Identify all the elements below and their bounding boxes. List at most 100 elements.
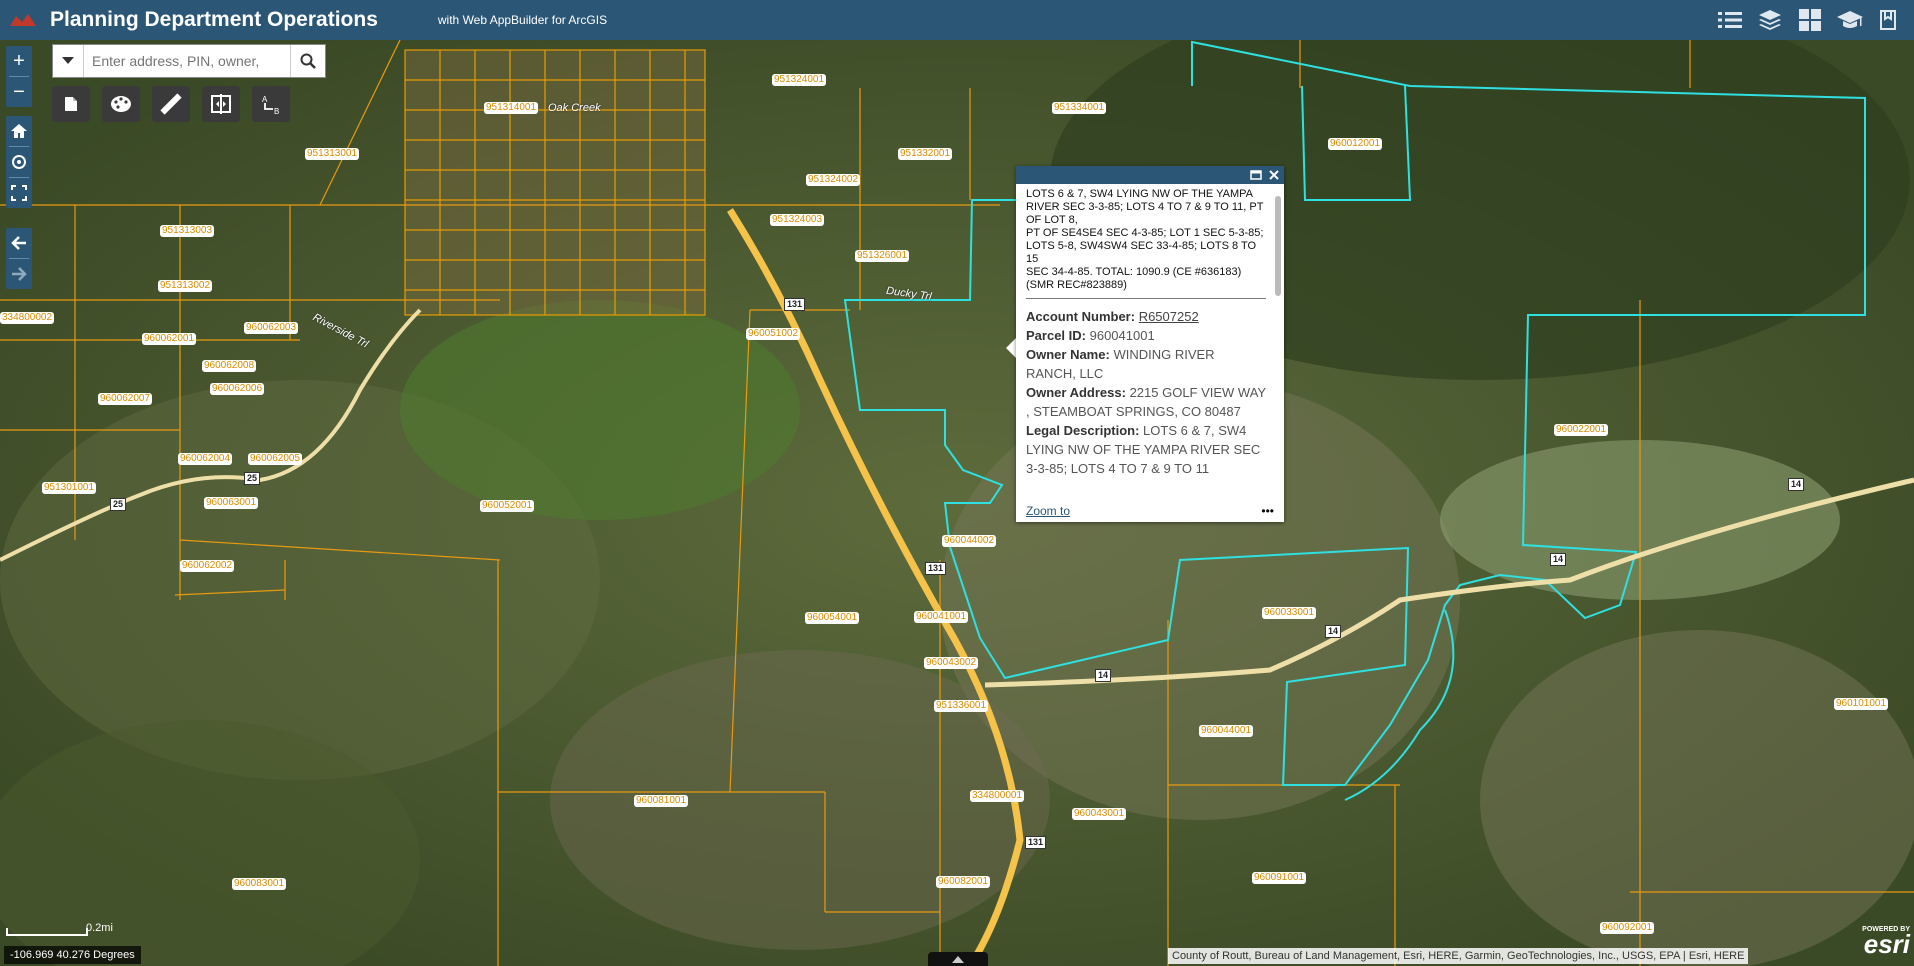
- parcel-label: 960062007: [98, 393, 153, 405]
- previous-extent-button[interactable]: [6, 228, 32, 258]
- account-number-link[interactable]: R6507252: [1139, 309, 1199, 324]
- print-icon: [65, 97, 77, 111]
- search-button[interactable]: [290, 45, 325, 77]
- owner-address-label: Owner Address:: [1026, 385, 1126, 400]
- search-input[interactable]: [84, 52, 290, 70]
- maximize-icon[interactable]: [1250, 170, 1262, 180]
- home-button[interactable]: [6, 116, 32, 146]
- parcel-label: 960044001: [1199, 725, 1254, 737]
- zoom-controls: + −: [6, 46, 32, 107]
- fullscreen-icon: [11, 185, 27, 201]
- print-widget-button[interactable]: [52, 86, 90, 122]
- app-subtitle: with Web AppBuilder for ArcGIS: [437, 13, 608, 27]
- zoom-out-button[interactable]: −: [6, 77, 32, 107]
- owner-address-row: Owner Address: 2215 GOLF VIEW WAY , STEA…: [1026, 383, 1266, 421]
- layers-icon[interactable]: [1756, 6, 1784, 34]
- parcel-label: 960054001: [805, 612, 860, 624]
- parcel-label: 951313002: [158, 280, 213, 292]
- svg-text:A: A: [262, 95, 268, 104]
- popup-content: LOTS 6 & 7, SW4 LYING NW OF THE YAMPA RI…: [1026, 188, 1266, 500]
- draw-icon: [111, 96, 131, 112]
- app-header: Planning Department Operations with Web …: [0, 0, 1914, 40]
- parcel-label: 960063001: [204, 497, 259, 509]
- parcel-label: 960052001: [480, 500, 535, 512]
- close-icon[interactable]: [1268, 169, 1280, 181]
- popup-title-line: PT OF SE4SE4 SEC 4-3-85; LOT 1 SEC 5-3-8…: [1026, 227, 1264, 265]
- parcel-label: 960062004: [178, 453, 233, 465]
- chevron-down-icon: [62, 57, 74, 64]
- legal-description-label: Legal Description:: [1026, 423, 1140, 438]
- scale-bar-line: [6, 928, 88, 936]
- directions-widget-button[interactable]: AB: [252, 86, 290, 122]
- app-title: Planning Department Operations: [50, 8, 378, 31]
- about-icon[interactable]: [1836, 6, 1864, 34]
- bookmark-icon[interactable]: [1876, 6, 1904, 34]
- parcel-label: 960043002: [924, 657, 979, 669]
- more-actions-button[interactable]: •••: [1261, 504, 1274, 518]
- parcel-label: 960012001: [1328, 138, 1383, 150]
- parcel-label: 960022001: [1554, 424, 1609, 436]
- directions-icon: AB: [262, 95, 279, 115]
- parcel-label: 960043001: [1072, 808, 1127, 820]
- county-logo-icon: [10, 14, 36, 26]
- feature-popup: LOTS 6 & 7, SW4 LYING NW OF THE YAMPA RI…: [1016, 166, 1284, 522]
- parcel-id-value: 960041001: [1089, 328, 1155, 343]
- legal-description-row: Legal Description: LOTS 6 & 7, SW4 LYING…: [1026, 421, 1266, 478]
- esri-logo[interactable]: POWERED BY esri: [1862, 926, 1910, 959]
- swipe-icon: [211, 94, 231, 114]
- arrow-right-icon: [12, 267, 27, 281]
- parcel-id-label: Parcel ID:: [1026, 328, 1086, 343]
- parcel-label: 334800002: [0, 312, 55, 324]
- popup-title: LOTS 6 & 7, SW4 LYING NW OF THE YAMPA RI…: [1026, 188, 1266, 299]
- parcel-label: 951313003: [160, 225, 215, 237]
- svg-text:B: B: [274, 107, 279, 115]
- search-widget: [52, 44, 326, 78]
- widget-toolbar: AB: [52, 86, 290, 122]
- parcel-label: 960041001: [914, 611, 969, 623]
- road-label: Oak Creek: [548, 102, 601, 114]
- list-icon[interactable]: [1716, 6, 1744, 34]
- arrow-left-icon: [11, 236, 26, 250]
- next-extent-button[interactable]: [6, 259, 32, 289]
- parcel-label: 960062008: [202, 360, 257, 372]
- highway-14-shield: 14: [1550, 553, 1567, 566]
- esri-logo-text: esri: [1863, 929, 1910, 959]
- basemap-gallery-icon[interactable]: [1796, 6, 1824, 34]
- account-number-label: Account Number:: [1026, 309, 1136, 324]
- locate-icon: [12, 155, 26, 169]
- draw-widget-button[interactable]: [102, 86, 140, 122]
- popup-title-line: LOTS 6 & 7, SW4 LYING NW OF THE YAMPA RI…: [1026, 188, 1264, 226]
- owner-name-row: Owner Name: WINDING RIVER RANCH, LLC: [1026, 345, 1266, 383]
- measure-widget-button[interactable]: [152, 86, 190, 122]
- parcel-label: 334800001: [970, 790, 1025, 802]
- locate-button[interactable]: [6, 147, 32, 177]
- chevron-up-icon: [952, 955, 964, 963]
- parcel-label: 960081001: [634, 795, 689, 807]
- scale-bar: 0.2mi: [6, 922, 113, 936]
- attribute-table-toggle[interactable]: [928, 952, 988, 966]
- highway-25-shield: 25: [110, 498, 127, 511]
- popup-scrollbar[interactable]: [1275, 196, 1281, 296]
- map-attribution: County of Routt, Bureau of Land Manageme…: [1168, 948, 1749, 964]
- coordinate-value: -106.969 40.276 Degrees: [10, 949, 135, 961]
- extent-navigate-controls: [6, 228, 32, 289]
- parcel-label: 960082001: [936, 876, 991, 888]
- zoom-to-link[interactable]: Zoom to: [1026, 504, 1070, 518]
- search-source-dropdown[interactable]: [53, 45, 84, 77]
- swipe-widget-button[interactable]: [202, 86, 240, 122]
- fullscreen-button[interactable]: [6, 178, 32, 208]
- parcel-label: 960033001: [1262, 607, 1317, 619]
- popup-header: [1016, 166, 1284, 184]
- parcel-label: 960083001: [232, 878, 287, 890]
- home-icon: [11, 124, 27, 138]
- parcel-label: 960062003: [244, 322, 299, 334]
- map-view[interactable]: 951313003 951313002 951313001 960062001 …: [0, 40, 1914, 966]
- coordinate-readout[interactable]: -106.969 40.276 Degrees: [4, 946, 141, 964]
- parcel-label: 960062001: [142, 333, 197, 345]
- parcel-label: 960062002: [180, 560, 235, 572]
- highway-131-shield: 131: [784, 298, 806, 311]
- scale-bar-label: 0.2mi: [86, 922, 113, 934]
- parcel-label: 960092001: [1600, 922, 1655, 934]
- parcel-label: 951314001: [484, 102, 539, 114]
- zoom-in-button[interactable]: +: [6, 46, 32, 76]
